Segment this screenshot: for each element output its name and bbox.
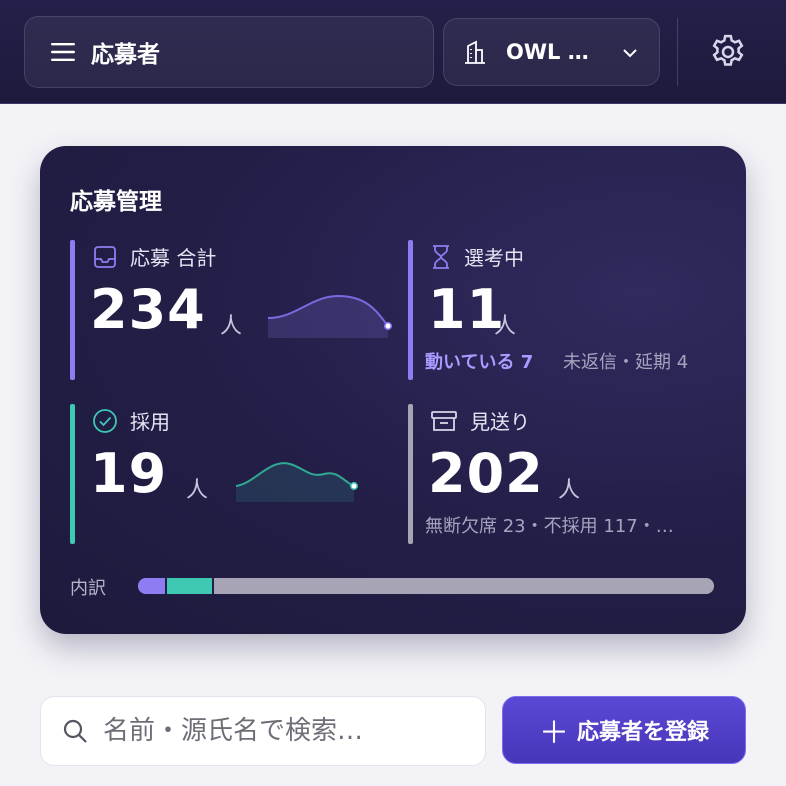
stat-total[interactable]: 応募 合計 234 人: [70, 240, 392, 380]
check-circle-icon: [93, 408, 117, 433]
stat-label: 見送り: [470, 410, 530, 434]
archive-box-icon: [431, 410, 457, 431]
stat-accent-bar: [70, 240, 75, 380]
org-switcher[interactable]: OWL …: [443, 18, 660, 86]
plus-icon: ＋: [538, 716, 569, 751]
stat-subtext: 無断欠席 23・不採用 117・…: [425, 516, 674, 537]
stat-subtext: 動いている 7 未返信・延期 4: [425, 348, 688, 374]
stat-value: 19: [90, 442, 168, 505]
inbox-icon: [94, 245, 116, 268]
stat-label: 採用: [130, 410, 170, 434]
search-input[interactable]: [103, 716, 463, 746]
breakdown-segment: [138, 578, 166, 594]
breakdown-segment: [212, 578, 714, 594]
breakdown-segment: [165, 578, 213, 594]
stat-unit: 人: [494, 314, 517, 339]
gear-icon: [712, 34, 744, 66]
search-icon: [63, 719, 87, 743]
stat-label: 応募 合計: [130, 246, 217, 270]
settings-button[interactable]: [708, 32, 748, 72]
stat-unit: 人: [220, 314, 243, 339]
stat-declined[interactable]: 見送り 202 人 無断欠席 23・不採用 117・…: [408, 404, 728, 544]
active-count: 動いている 7: [425, 352, 534, 373]
sparkline-total: [267, 294, 392, 338]
stat-value: 234: [90, 278, 206, 341]
add-applicant-button[interactable]: ＋ 応募者を登録: [502, 696, 746, 764]
menu-button[interactable]: 応募者: [24, 16, 434, 88]
stat-accent-bar: [70, 404, 75, 544]
header-divider: [677, 18, 678, 86]
stat-unit: 人: [186, 478, 209, 503]
stat-value: 202: [428, 442, 544, 505]
stat-screening[interactable]: 選考中 11 人 動いている 7 未返信・延期 4: [408, 240, 728, 380]
stat-accent-bar: [408, 240, 413, 380]
applications-summary-card: 応募管理 応募 合計 234 人 選考中 11 人 動いている 7 未返信・延期…: [40, 146, 746, 634]
breakdown-label: 内訳: [70, 578, 106, 599]
chevron-down-icon: [623, 49, 637, 58]
search-box[interactable]: [40, 696, 486, 766]
stat-unit: 人: [558, 478, 581, 503]
card-title: 応募管理: [70, 189, 162, 215]
building-icon: [465, 40, 485, 64]
add-applicant-label: 応募者を登録: [576, 720, 709, 745]
app-header: 応募者 OWL …: [0, 0, 786, 104]
page-title: 応募者: [91, 42, 160, 68]
stat-accent-bar: [408, 404, 413, 544]
sparkline-hired: [235, 462, 358, 502]
hourglass-icon: [433, 244, 449, 269]
stat-hired[interactable]: 採用 19 人: [70, 404, 360, 544]
org-name: OWL …: [506, 40, 589, 64]
breakdown-bar: [138, 578, 714, 594]
hamburger-icon: [51, 43, 75, 61]
stat-label: 選考中: [464, 246, 524, 270]
pending-count: 未返信・延期 4: [563, 352, 689, 373]
